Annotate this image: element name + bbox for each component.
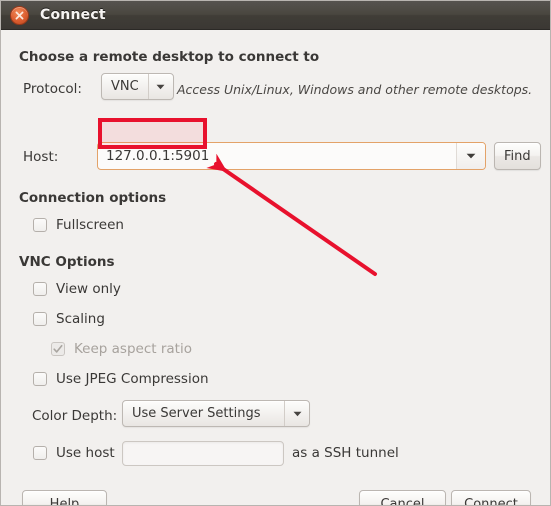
dialog-content: Choose a remote desktop to connect to Pr… bbox=[1, 30, 550, 505]
close-icon[interactable] bbox=[10, 5, 29, 25]
title-bar: Connect bbox=[1, 1, 550, 30]
protocol-hint: Access Unix/Linux, Windows and other rem… bbox=[177, 82, 533, 97]
window-title: Connect bbox=[40, 7, 106, 23]
protocol-dropdown-value: VNC bbox=[111, 79, 139, 94]
keep-aspect-ratio-checkbox-row: Keep aspect ratio bbox=[51, 341, 192, 357]
ssh-tunnel-checkbox-row[interactable]: Use host bbox=[33, 445, 115, 461]
protocol-label: Protocol: bbox=[23, 81, 82, 97]
ssh-tunnel-checkbox[interactable] bbox=[33, 446, 47, 460]
chevron-down-icon bbox=[147, 74, 173, 99]
chevron-down-glyph bbox=[466, 153, 476, 159]
chevron-down-glyph bbox=[293, 411, 301, 416]
jpeg-compression-checkbox-row[interactable]: Use JPEG Compression bbox=[33, 371, 209, 387]
color-depth-label: Color Depth: bbox=[32, 408, 118, 424]
view-only-checkbox[interactable] bbox=[33, 282, 47, 296]
view-only-checkbox-row[interactable]: View only bbox=[33, 281, 121, 297]
find-button[interactable]: Find bbox=[494, 142, 541, 170]
keep-aspect-ratio-checkbox bbox=[51, 342, 65, 356]
jpeg-compression-checkbox[interactable] bbox=[33, 372, 47, 386]
color-depth-value: Use Server Settings bbox=[132, 406, 261, 421]
host-dropdown-chevron-down-icon[interactable] bbox=[456, 143, 485, 169]
connect-dialog-window: Connect Choose a remote desktop to conne… bbox=[0, 0, 551, 506]
fullscreen-label: Fullscreen bbox=[56, 217, 124, 233]
scaling-label: Scaling bbox=[56, 311, 105, 327]
scaling-checkbox[interactable] bbox=[33, 312, 47, 326]
host-input[interactable]: 127.0.0.1:5901 bbox=[98, 143, 456, 169]
ssh-tunnel-suffix-label: as a SSH tunnel bbox=[292, 445, 399, 461]
vnc-options-heading: VNC Options bbox=[19, 254, 115, 270]
chevron-down-icon bbox=[284, 401, 309, 426]
host-combobox[interactable]: 127.0.0.1:5901 bbox=[97, 142, 486, 170]
checkmark-icon bbox=[53, 344, 63, 353]
fullscreen-checkbox-row[interactable]: Fullscreen bbox=[33, 217, 124, 233]
ssh-tunnel-host-input[interactable] bbox=[122, 441, 284, 466]
protocol-dropdown[interactable]: VNC bbox=[101, 73, 174, 100]
cancel-button[interactable]: Cancel bbox=[359, 490, 446, 505]
jpeg-compression-label: Use JPEG Compression bbox=[56, 371, 209, 387]
color-depth-dropdown[interactable]: Use Server Settings bbox=[122, 400, 310, 427]
scaling-checkbox-row[interactable]: Scaling bbox=[33, 311, 105, 327]
connect-button[interactable]: Connect bbox=[451, 490, 531, 505]
close-glyph bbox=[15, 11, 24, 19]
keep-aspect-ratio-label: Keep aspect ratio bbox=[74, 341, 192, 357]
host-label: Host: bbox=[23, 149, 59, 165]
view-only-label: View only bbox=[56, 281, 121, 297]
chevron-down-glyph bbox=[156, 84, 165, 89]
fullscreen-checkbox[interactable] bbox=[33, 218, 47, 232]
page-title: Choose a remote desktop to connect to bbox=[19, 49, 320, 65]
ssh-tunnel-label: Use host bbox=[56, 445, 115, 461]
connection-options-heading: Connection options bbox=[19, 190, 167, 206]
help-button[interactable]: Help bbox=[22, 490, 107, 505]
